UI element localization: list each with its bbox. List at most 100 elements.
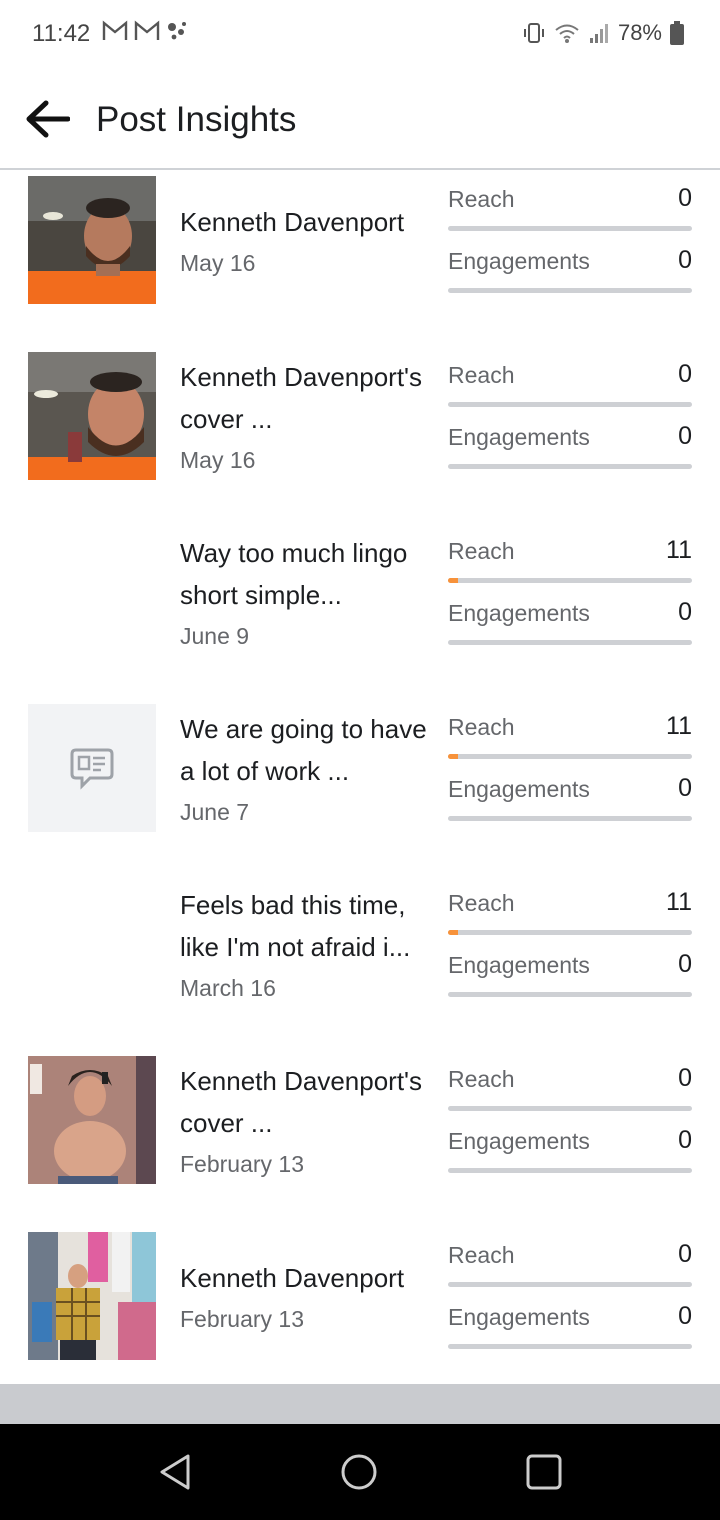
reach-metric: Reach 11 <box>448 534 692 596</box>
post-row[interactable]: We are going to have a lot of work ... J… <box>0 700 720 876</box>
reach-value: 0 <box>678 1240 692 1268</box>
engagements-metric: Engagements 0 <box>448 1124 692 1186</box>
engagements-bar <box>448 288 692 293</box>
engagements-bar <box>448 816 692 821</box>
reach-label: Reach <box>448 362 515 388</box>
engagements-value: 0 <box>678 1126 692 1154</box>
reach-bar <box>448 754 692 759</box>
engagements-label: Engagements <box>448 600 590 626</box>
post-date: May 16 <box>180 250 256 276</box>
engagements-value: 0 <box>678 774 692 802</box>
post-row[interactable]: Feels bad this time, like I'm not afraid… <box>0 876 720 1052</box>
nav-home-button[interactable] <box>335 1448 383 1496</box>
post-title: Kenneth Davenport <box>180 207 405 237</box>
reach-bar-fill <box>448 930 458 935</box>
post-date: May 16 <box>180 447 256 473</box>
arrow-left-icon <box>26 100 70 138</box>
post-thumbnail <box>28 176 156 304</box>
post-row[interactable]: Kenneth Davenport May 16 Reach 0 Engagem… <box>0 172 720 348</box>
wifi-icon <box>555 24 579 43</box>
post-metrics: Reach 0 Engagements 0 <box>448 1062 692 1186</box>
nav-back-button[interactable] <box>152 1448 200 1496</box>
post-date: June 7 <box>180 799 250 825</box>
home-circle-icon <box>341 1454 377 1490</box>
engagements-label: Engagements <box>448 1304 590 1330</box>
signal-icon <box>589 24 608 43</box>
page-title: Post Insights <box>96 100 297 139</box>
engagements-metric: Engagements 0 <box>448 420 692 482</box>
back-triangle-icon <box>160 1454 190 1490</box>
post-title: Kenneth Davenport <box>180 1263 405 1293</box>
reach-value: 11 <box>666 888 692 916</box>
reach-value: 11 <box>666 712 692 740</box>
post-metrics: Reach 11 Engagements 0 <box>448 886 692 1010</box>
reach-metric: Reach 0 <box>448 182 692 244</box>
engagements-label: Engagements <box>448 952 590 978</box>
post-thumbnail <box>28 352 156 480</box>
engagements-bar <box>448 640 692 645</box>
engagements-metric: Engagements 0 <box>448 1300 692 1362</box>
reach-metric: Reach 11 <box>448 886 692 948</box>
battery-percent: 78% <box>617 20 662 45</box>
engagements-bar <box>448 1344 692 1349</box>
reach-bar <box>448 1282 692 1287</box>
reach-bar <box>448 1106 692 1111</box>
recents-square-icon <box>526 1454 562 1490</box>
post-metrics: Reach 0 Engagements 0 <box>448 358 692 482</box>
reach-value: 0 <box>678 1064 692 1092</box>
post-thumbnail <box>28 1056 156 1184</box>
reach-value: 0 <box>678 184 692 212</box>
assistant-dots-icon <box>168 22 186 40</box>
reach-label: Reach <box>448 714 515 740</box>
reach-bar <box>448 226 692 231</box>
post-date: February 13 <box>180 1306 305 1332</box>
reach-bar <box>448 578 692 583</box>
system-nav-bar <box>0 1424 720 1520</box>
engagements-metric: Engagements 0 <box>448 772 692 834</box>
engagements-metric: Engagements 0 <box>448 948 692 1010</box>
reach-value: 0 <box>678 360 692 388</box>
post-metrics: Reach 11 Engagements 0 <box>448 534 692 658</box>
gmail-icon <box>102 20 128 40</box>
post-date: June 9 <box>180 623 250 649</box>
vibrate-icon <box>523 23 544 43</box>
engagements-value: 0 <box>678 1302 692 1330</box>
post-title: Feels bad this time, like I'm not afraid… <box>180 890 411 962</box>
reach-label: Reach <box>448 1242 515 1268</box>
post-row[interactable]: Way too much lingo short simple... June … <box>0 524 720 700</box>
engagements-label: Engagements <box>448 424 590 450</box>
engagements-label: Engagements <box>448 248 590 274</box>
nav-recents-button[interactable] <box>520 1448 568 1496</box>
reach-metric: Reach 0 <box>448 1238 692 1300</box>
status-post-icon <box>70 748 114 790</box>
post-metrics: Reach 11 Engagements 0 <box>448 710 692 834</box>
post-thumbnail <box>28 1232 156 1360</box>
engagements-bar <box>448 464 692 469</box>
engagements-label: Engagements <box>448 1128 590 1154</box>
post-metrics: Reach 0 Engagements 0 <box>448 1238 692 1362</box>
reach-label: Reach <box>448 186 515 212</box>
reach-bar <box>448 930 692 935</box>
status-bar: 11:42 78% <box>0 0 720 68</box>
engagements-value: 0 <box>678 598 692 626</box>
reach-value: 11 <box>666 536 692 564</box>
battery-icon <box>670 21 684 45</box>
post-date: February 13 <box>180 1151 305 1177</box>
reach-label: Reach <box>448 1066 515 1092</box>
reach-metric: Reach 0 <box>448 1062 692 1124</box>
reach-bar <box>448 402 692 407</box>
post-metrics: Reach 0 Engagements 0 <box>448 182 692 306</box>
engagements-metric: Engagements 0 <box>448 596 692 658</box>
post-row[interactable]: Kenneth Davenport February 13 Reach 0 En… <box>0 1228 720 1404</box>
post-title: Way too much lingo short simple... <box>180 538 408 610</box>
back-button[interactable] <box>22 96 72 142</box>
post-row[interactable]: Kenneth Davenport's cover ... February 1… <box>0 1052 720 1228</box>
reach-label: Reach <box>448 538 515 564</box>
post-date: March 16 <box>180 975 276 1001</box>
post-row[interactable]: Kenneth Davenport's cover ... May 16 Rea… <box>0 348 720 524</box>
post-title: Kenneth Davenport's cover ... <box>180 362 423 434</box>
engagements-metric: Engagements 0 <box>448 244 692 306</box>
engagements-value: 0 <box>678 246 692 274</box>
list-footer <box>0 1384 720 1424</box>
reach-metric: Reach 11 <box>448 710 692 772</box>
